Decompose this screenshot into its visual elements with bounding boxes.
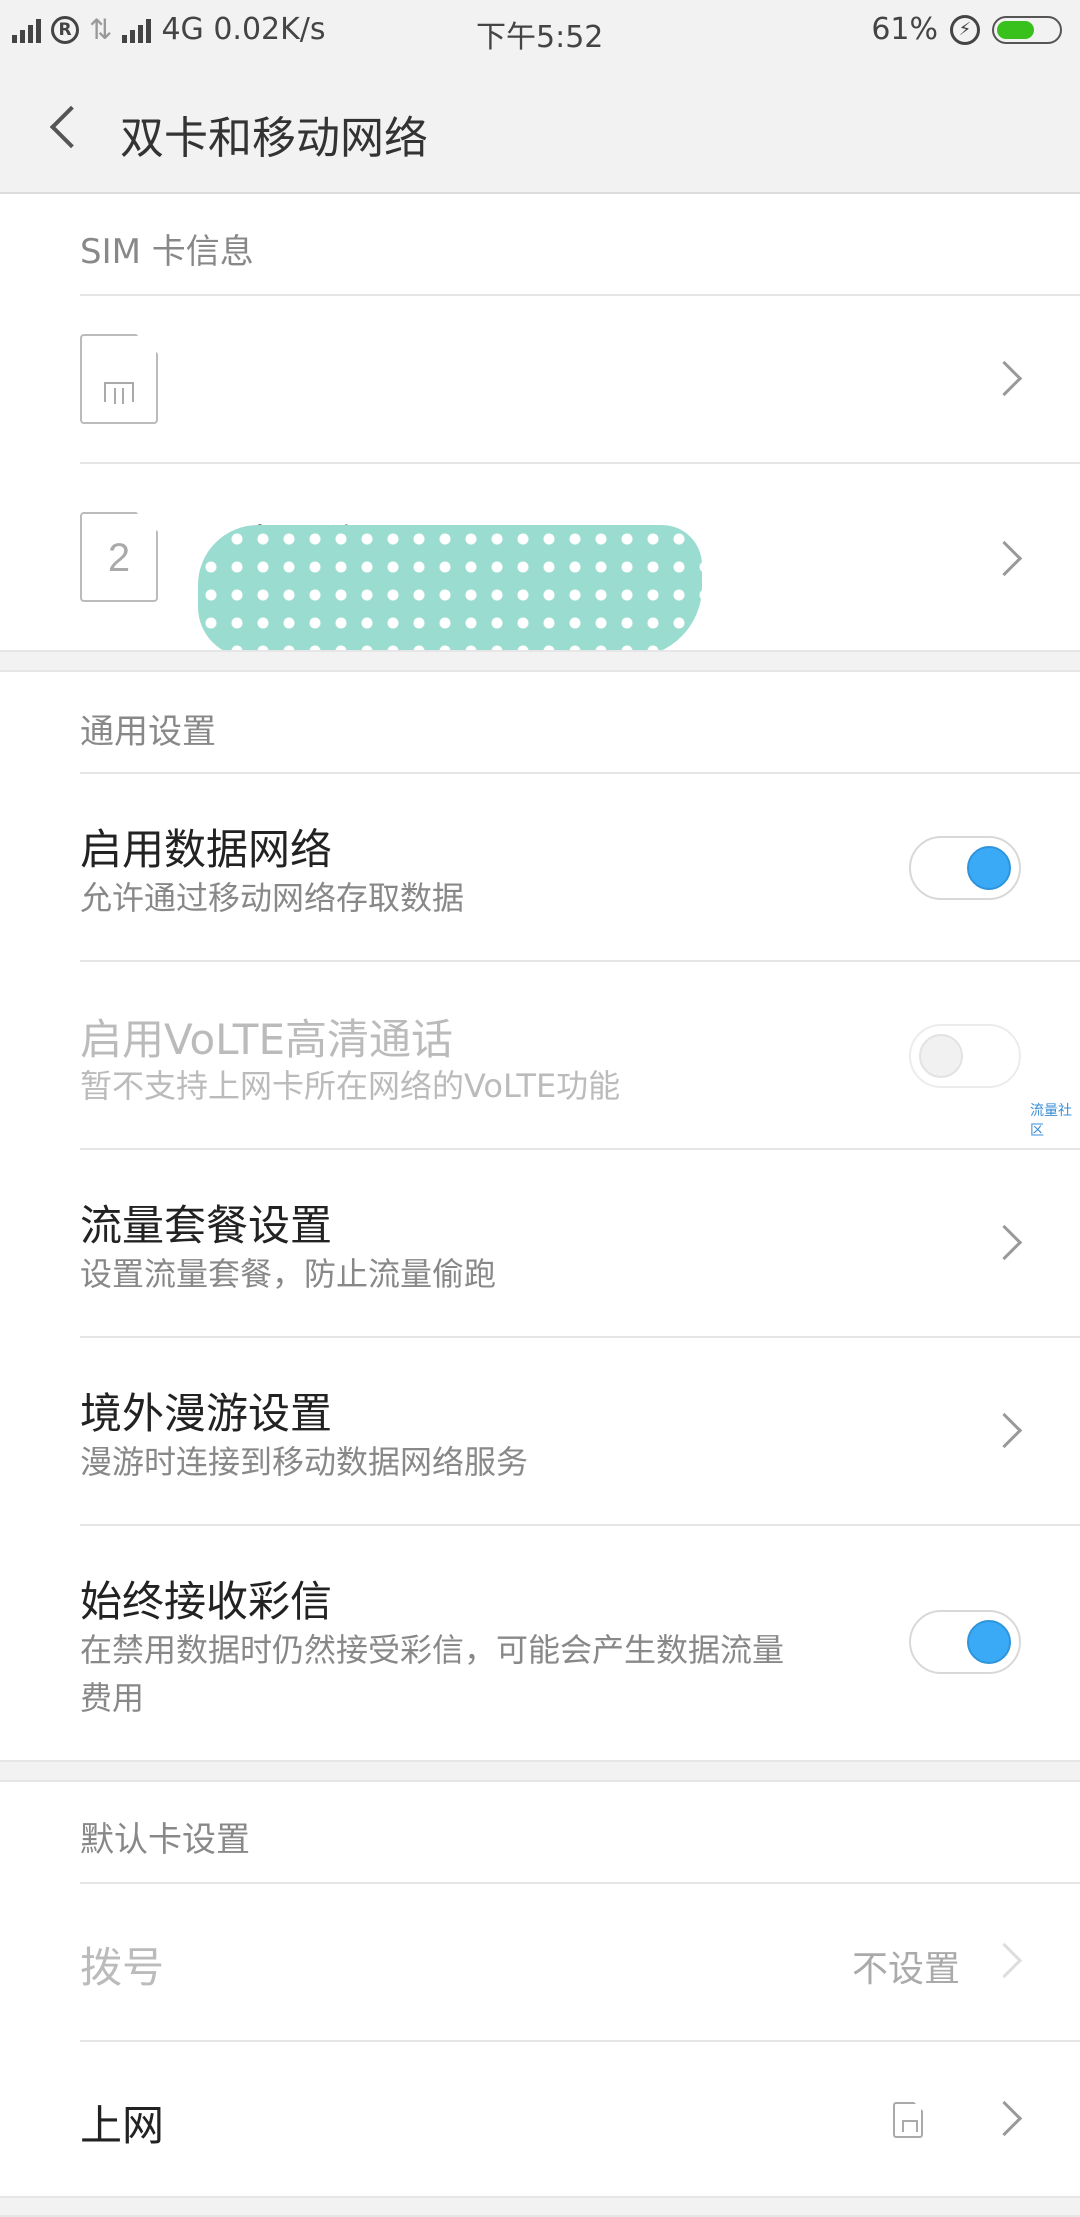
internet-row[interactable]: 上网 — [0, 2042, 1080, 2198]
page-title: 双卡和移动网络 — [120, 113, 428, 164]
signal-icon — [12, 17, 41, 43]
section-gap — [0, 1760, 1080, 1782]
section-gap — [0, 2196, 1080, 2217]
mms-toggle[interactable] — [909, 1610, 1021, 1674]
sim1-row[interactable] — [0, 296, 1080, 462]
row-title: 上网 — [80, 2101, 165, 2150]
section-label-sim: SIM 卡信息 — [80, 232, 254, 272]
redaction-overlay — [198, 525, 702, 657]
row-title: 流量套餐设置 — [80, 1201, 333, 1250]
row-title: 启用VoLTE高清通话 — [80, 1015, 453, 1064]
row-title: 启用数据网络 — [80, 825, 333, 874]
watermark: 流量社区 — [1030, 1103, 1072, 1139]
back-arrow-icon[interactable] — [48, 104, 88, 152]
chevron-right-icon — [992, 2106, 1020, 2134]
row-subtitle: 暂不支持上网卡所在网络的VoLTE功能 — [80, 1067, 621, 1105]
enable-data-toggle[interactable] — [909, 836, 1021, 900]
title-bar: 双卡和移动网络 — [0, 62, 1080, 194]
row-subtitle: 设置流量套餐，防止流量偷跑 — [80, 1255, 497, 1293]
row-title: 始终接收彩信 — [80, 1577, 333, 1626]
section-label-default: 默认卡设置 — [80, 1820, 250, 1860]
chevron-right-icon — [992, 1418, 1020, 1446]
row-title: 境外漫游设置 — [80, 1389, 333, 1438]
battery-percent: 61% — [871, 12, 938, 47]
row-title: 拨号 — [80, 1943, 165, 1992]
battery-icon — [992, 15, 1062, 44]
dial-row: 拨号 不设置 — [0, 1884, 1080, 2040]
registered-icon: R — [51, 15, 79, 44]
sim2-icon: 2 — [80, 512, 158, 602]
signal-icon — [122, 17, 152, 43]
mi-sim-icon — [893, 2102, 923, 2138]
chevron-right-icon — [992, 1948, 1020, 1976]
mms-row[interactable]: 始终接收彩信 在禁用数据时仍然接受彩信，可能会产生数据流量 费用 — [0, 1526, 1080, 1758]
volte-toggle — [909, 1024, 1021, 1088]
data-arrows-icon: ⇅ — [89, 13, 113, 46]
row-subtitle-line2: 费用 — [80, 1679, 145, 1717]
chevron-right-icon — [992, 1230, 1020, 1258]
section-label-general: 通用设置 — [80, 712, 216, 752]
row-subtitle: 漫游时连接到移动数据网络服务 — [80, 1443, 529, 1481]
section-gap — [0, 650, 1080, 672]
roaming-row[interactable]: 境外漫游设置 漫游时连接到移动数据网络服务 — [0, 1338, 1080, 1524]
status-bar: R ⇅ 4G 0.02K/s 下午5:52 61% ⚡ — [0, 0, 1080, 62]
row-subtitle: 在禁用数据时仍然接受彩信，可能会产生数据流量 — [80, 1631, 785, 1669]
charging-icon: ⚡ — [950, 14, 980, 45]
mi-sim-icon — [80, 334, 158, 424]
row-subtitle: 允许通过移动网络存取数据 — [80, 879, 465, 917]
network-speed: 4G 0.02K/s — [161, 12, 326, 47]
chevron-right-icon — [992, 366, 1020, 394]
chevron-right-icon — [992, 546, 1020, 574]
enable-data-row[interactable]: 启用数据网络 允许通过移动网络存取数据 — [0, 774, 1080, 960]
dial-value: 不设置 — [851, 1949, 960, 1990]
volte-row: 启用VoLTE高清通话 暂不支持上网卡所在网络的VoLTE功能 — [0, 962, 1080, 1148]
clock: 下午5:52 — [476, 20, 604, 55]
data-plan-row[interactable]: 流量套餐设置 设置流量套餐，防止流量偷跑 — [0, 1150, 1080, 1336]
